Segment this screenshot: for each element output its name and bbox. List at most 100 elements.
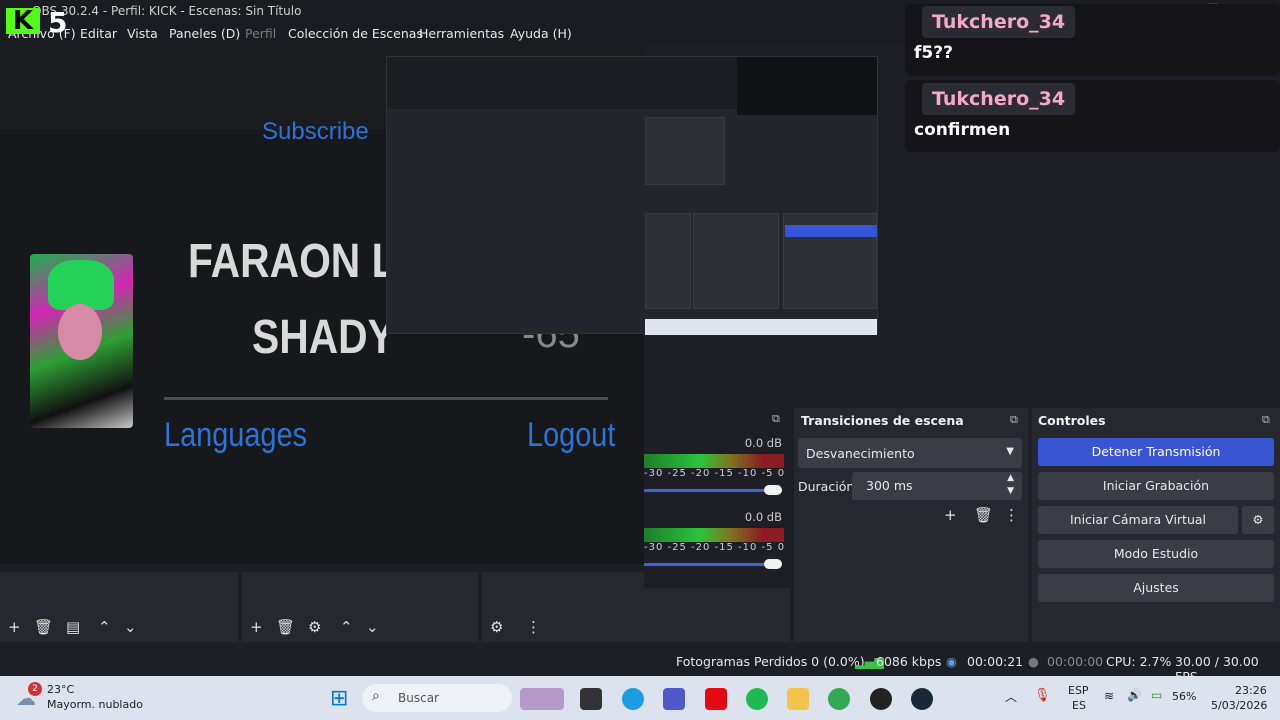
language-line1[interactable]: ESP xyxy=(1068,684,1089,697)
kick-logo: K 5 xyxy=(0,2,75,40)
tray-chevron-icon[interactable]: ︿ xyxy=(1005,688,1017,705)
channel-2-ticks: -30 -25 -20 -15 -10 -5 0 xyxy=(644,542,786,553)
language-line2[interactable]: ES xyxy=(1072,699,1086,712)
nested-panel-a xyxy=(645,117,725,185)
channel-1-volume-knob[interactable] xyxy=(764,485,782,495)
studio-mode-button[interactable]: Modo Estudio xyxy=(1038,540,1274,568)
duration-spinbox[interactable]: 300 ms ▲ ▼ xyxy=(852,472,1022,500)
weather-desc[interactable]: Mayorm. nublado xyxy=(47,698,143,711)
scene-filters-icon[interactable]: ▤ xyxy=(66,618,80,636)
nested-blue-button xyxy=(785,225,877,237)
task-view-icon[interactable] xyxy=(580,688,602,710)
add-source-icon[interactable]: + xyxy=(250,618,263,636)
nested-panel-c xyxy=(693,213,779,309)
menu-editar[interactable]: Editar xyxy=(80,26,117,41)
add-scene-icon[interactable]: + xyxy=(8,618,21,636)
steam-icon[interactable] xyxy=(911,688,933,710)
transitions-dock: Transiciones de escena ⧉ Desvanecimiento… xyxy=(794,408,1028,642)
remove-transition-icon[interactable]: 🗑 xyxy=(974,506,993,524)
channel-1-ticks: -30 -25 -20 -15 -10 -5 0 xyxy=(644,468,786,479)
channel-2-db: 0.0 dB xyxy=(744,510,782,524)
spin-down-icon[interactable]: ▼ xyxy=(1007,486,1014,496)
windows-start-icon[interactable]: ⊞ xyxy=(330,686,348,711)
channel-1-volume-track[interactable] xyxy=(644,489,782,492)
channel-1-db: 0.0 dB xyxy=(744,436,782,450)
undock-icon[interactable]: ⧉ xyxy=(1262,413,1270,427)
volume-icon[interactable]: 🔊 xyxy=(1127,688,1142,702)
chevron-down-icon: ▼ xyxy=(1006,446,1014,457)
spotify-icon[interactable] xyxy=(746,688,768,710)
languages-link: Languages xyxy=(164,416,308,454)
move-scene-up-icon[interactable]: ⌃ xyxy=(98,618,111,636)
undock-icon[interactable]: ⧉ xyxy=(1010,413,1018,427)
start-recording-button[interactable]: Iniciar Grabación xyxy=(1038,472,1274,500)
clock-time[interactable]: 23:26 xyxy=(1235,684,1267,697)
menu-herramientas[interactable]: Herramientas xyxy=(419,26,504,41)
duration-value: 300 ms xyxy=(866,478,913,493)
obs-icon[interactable] xyxy=(870,688,892,710)
menu-vista[interactable]: Vista xyxy=(127,26,158,41)
add-transition-icon[interactable]: + xyxy=(944,506,957,524)
microphone-icon[interactable]: 🎙 xyxy=(1034,688,1051,703)
dropped-frames: Fotogramas Perdidos 0 (0.0%) xyxy=(676,654,865,669)
weather-temp[interactable]: 23°C xyxy=(47,683,74,696)
edge-icon[interactable] xyxy=(622,688,644,710)
advanced-audio-icon[interactable]: ⚙ xyxy=(490,618,503,636)
move-source-up-icon[interactable]: ⌃ xyxy=(340,618,353,636)
virtual-camera-settings-gear-icon[interactable]: ⚙ xyxy=(1242,506,1274,534)
teams-icon[interactable] xyxy=(663,688,685,710)
menu-ayuda[interactable]: Ayuda (H) xyxy=(510,26,572,41)
search-icon: ⌕ xyxy=(372,688,380,704)
battery-icon[interactable]: ▭ xyxy=(1151,688,1162,702)
clock-date[interactable]: 5/03/2026 xyxy=(1211,699,1267,712)
nested-taskbar xyxy=(645,319,877,335)
channel-2-volume-track[interactable] xyxy=(644,563,782,566)
netflix-icon[interactable] xyxy=(705,688,727,710)
logout-link: Logout xyxy=(527,416,616,454)
transition-menu-icon[interactable]: ⋮ xyxy=(1004,506,1019,524)
avatar-hair xyxy=(48,260,114,310)
settings-button[interactable]: Ajustes xyxy=(1038,574,1274,602)
controls-header: Controles xyxy=(1038,413,1106,428)
mixer-menu-icon[interactable]: ⋮ xyxy=(526,618,541,636)
file-explorer-icon[interactable] xyxy=(787,688,809,710)
source-properties-icon[interactable]: ⚙ xyxy=(308,618,321,636)
chat-text-1: f5?? xyxy=(914,43,953,63)
kick-badge: K xyxy=(6,8,40,34)
move-source-down-icon[interactable]: ⌄ xyxy=(366,618,379,636)
stop-streaming-button[interactable]: Detener Transmisión xyxy=(1038,438,1274,466)
dock-separator xyxy=(644,344,1280,408)
transition-select-value: Desvanecimiento xyxy=(806,446,915,461)
channel-1-meter xyxy=(644,454,784,468)
duration-label: Duración xyxy=(798,479,855,494)
remove-scene-icon[interactable]: 🗑 xyxy=(34,618,53,636)
start-virtual-camera-button[interactable]: Iniciar Cámara Virtual xyxy=(1038,506,1238,534)
wifi-icon[interactable]: ≋ xyxy=(1104,689,1114,703)
audio-mixer: ⧉ 0.0 dB -30 -25 -20 -15 -10 -5 0 0.0 dB… xyxy=(644,408,790,588)
record-icon: ● xyxy=(1028,654,1039,669)
transition-select[interactable]: Desvanecimiento ▼ xyxy=(798,438,1022,468)
menu-perfil[interactable]: Perfil xyxy=(245,26,276,41)
spin-up-icon[interactable]: ▲ xyxy=(1007,473,1014,483)
channel-2-meter xyxy=(644,528,784,542)
menu-coleccion-escenas[interactable]: Colección de Escenas xyxy=(288,26,423,41)
status-bar: Fotogramas Perdidos 0 (0.0%) ▂▄▆ 6086 kb… xyxy=(0,648,1280,684)
remove-source-icon[interactable]: 🗑 xyxy=(276,618,295,636)
chat-username-2: Tukchero_34 xyxy=(922,83,1076,115)
taskbar-search[interactable]: ⌕ Buscar xyxy=(362,684,512,712)
chat-text-2: confirmen xyxy=(914,120,1011,140)
windows-taskbar: ☁ 2 23°C Mayorm. nublado ⊞ ⌕ Buscar ︿ 🎙 … xyxy=(0,676,1280,720)
stream-icon: ◉ xyxy=(946,654,957,669)
search-placeholder: Buscar xyxy=(398,691,439,705)
transitions-header: Transiciones de escena xyxy=(801,413,964,428)
controls-dock: Controles ⧉ Detener Transmisión Iniciar … xyxy=(1032,408,1280,642)
search-highlight-icon[interactable] xyxy=(520,688,564,710)
cpu-usage: CPU: 2.7% xyxy=(1106,654,1172,669)
undock-icon[interactable]: ⧉ xyxy=(772,412,780,426)
chrome-icon[interactable] xyxy=(828,688,850,710)
move-scene-down-icon[interactable]: ⌄ xyxy=(124,618,137,636)
menu-paneles[interactable]: Paneles (D) xyxy=(169,26,240,41)
channel-2-volume-knob[interactable] xyxy=(764,559,782,569)
kick-number: 5 xyxy=(48,6,68,39)
avatar xyxy=(30,254,133,428)
